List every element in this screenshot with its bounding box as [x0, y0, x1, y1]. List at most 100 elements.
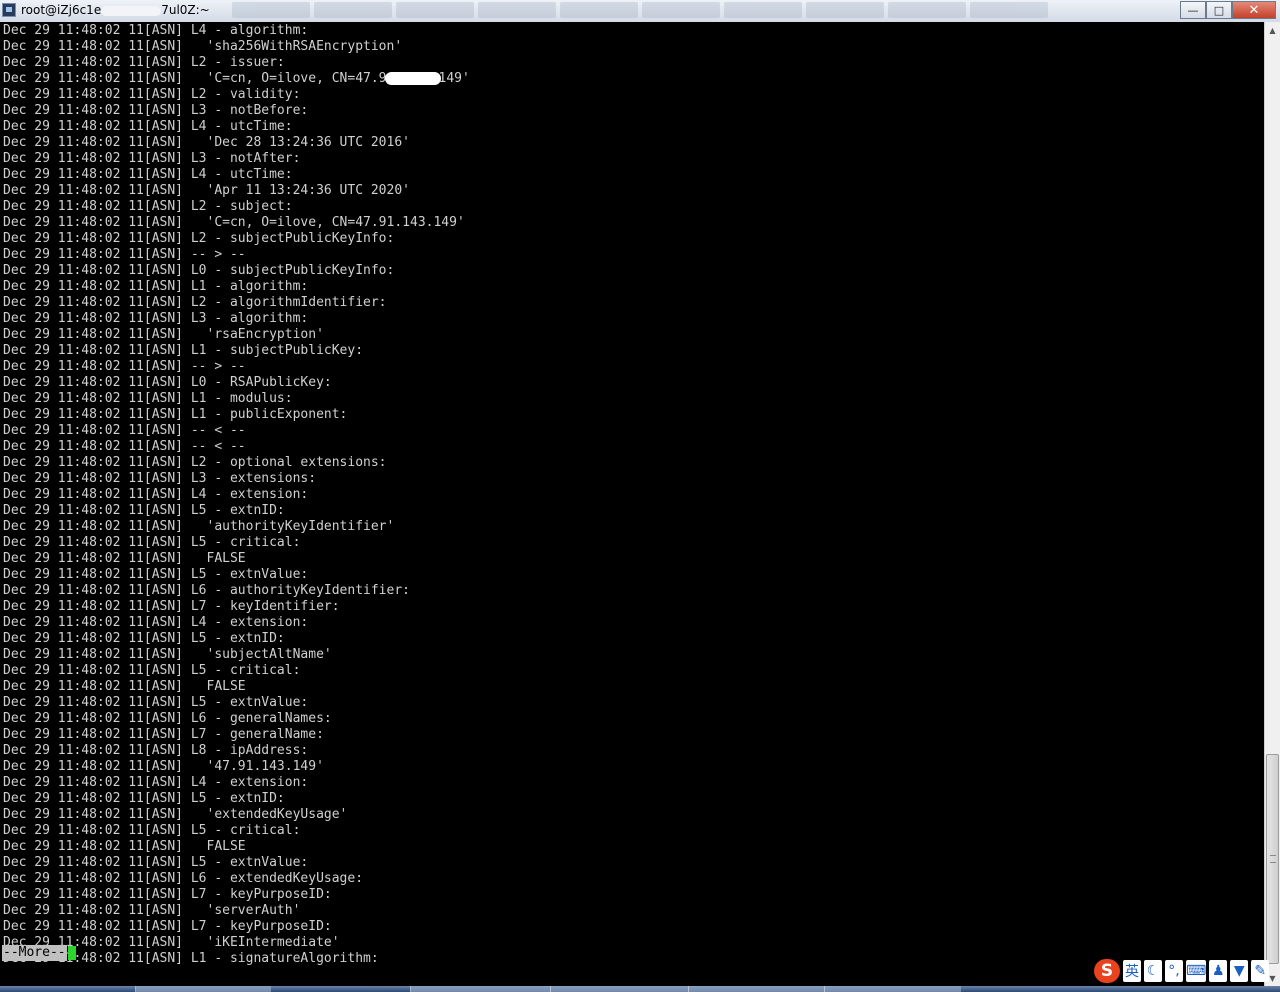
log-message: 'rsaEncryption': [190, 327, 324, 342]
terminal-line: Dec 29 11:48:02 11[ASN] L5 - critical:: [3, 663, 300, 679]
log-prefix: Dec 29 11:48:02 11[ASN]: [3, 743, 191, 758]
vertical-scrollbar[interactable]: ▲ ▼: [1264, 22, 1280, 986]
log-message: 'extendedKeyUsage': [190, 807, 348, 822]
log-message: L4 - utcTime:: [190, 167, 293, 182]
log-message: L2 - subjectPublicKeyInfo:: [190, 231, 395, 246]
terminal-app-icon[interactable]: [2, 3, 16, 17]
minimize-icon: —: [1187, 3, 1199, 17]
log-prefix: Dec 29 11:48:02 11[ASN]: [3, 151, 191, 166]
terminal-line: Dec 29 11:48:02 11[ASN] L3 - notAfter:: [3, 151, 300, 167]
log-prefix: Dec 29 11:48:02 11[ASN]: [3, 87, 191, 102]
log-prefix: Dec 29 11:48:02 11[ASN]: [3, 503, 191, 518]
log-message: L2 - algorithmIdentifier:: [190, 295, 387, 310]
log-prefix: Dec 29 11:48:02 11[ASN]: [3, 535, 191, 550]
taskbar-button[interactable]: [824, 986, 961, 992]
log-prefix: Dec 29 11:48:02 11[ASN]: [3, 135, 191, 150]
sogou-logo-icon[interactable]: S: [1094, 959, 1120, 983]
log-message: L3 - notBefore:: [190, 103, 309, 118]
maximize-button[interactable]: □: [1206, 1, 1232, 19]
ime-language-toggle[interactable]: 英: [1123, 960, 1141, 982]
log-prefix: Dec 29 11:48:02 11[ASN]: [3, 231, 191, 246]
log-prefix: Dec 29 11:48:02 11[ASN]: [3, 487, 191, 502]
taskbar-button[interactable]: [688, 986, 825, 992]
scrollbar-thumb[interactable]: [1266, 754, 1279, 964]
log-prefix: Dec 29 11:48:02 11[ASN]: [3, 903, 191, 918]
terminal-line: Dec 29 11:48:02 11[ASN] L4 - algorithm:: [3, 23, 308, 39]
log-message: L4 - utcTime:: [190, 119, 293, 134]
window-controls: — □ ✕: [1180, 1, 1276, 19]
log-message: L2 - validity:: [190, 87, 301, 102]
log-message: L0 - RSAPublicKey:: [190, 375, 332, 390]
terminal-line: Dec 29 11:48:02 11[ASN] 'subjectAltName': [3, 647, 332, 663]
ime-toolbar[interactable]: S 英 ☾ °, ⌨ ♟ ▼ ✎: [1094, 958, 1278, 984]
terminal-line: Dec 29 11:48:02 11[ASN] 'C=cn, O=ilove, …: [3, 215, 465, 231]
log-message: L5 - extnValue:: [190, 855, 309, 870]
minimize-button[interactable]: —: [1180, 1, 1206, 19]
terminal-line: Dec 29 11:48:02 11[ASN] L1 - algorithm:: [3, 279, 308, 295]
log-message: L2 - optional extensions:: [190, 455, 387, 470]
punctuation-icon[interactable]: °,: [1165, 960, 1183, 982]
background-taskbar-ghost: [232, 2, 1170, 20]
log-prefix: Dec 29 11:48:02 11[ASN]: [3, 455, 191, 470]
log-prefix: Dec 29 11:48:02 11[ASN]: [3, 647, 191, 662]
log-message: L1 - modulus:: [190, 391, 293, 406]
terminal-output[interactable]: Dec 29 11:48:02 11[ASN] L4 - algorithm: D…: [0, 22, 1264, 986]
log-message: FALSE: [190, 679, 246, 694]
terminal-line: Dec 29 11:48:02 11[ASN] FALSE: [3, 551, 246, 567]
log-message: -- < --: [190, 423, 246, 438]
title-bar[interactable]: root@iZj6c1e 7ul0Z:~ — □ ✕: [0, 0, 1280, 23]
terminal-line: Dec 29 11:48:02 11[ASN] 'Apr 11 13:24:36…: [3, 183, 410, 199]
terminal-line: Dec 29 11:48:02 11[ASN] L7 - keyPurposeI…: [3, 919, 332, 935]
log-message: L3 - notAfter:: [190, 151, 301, 166]
terminal-line: Dec 29 11:48:02 11[ASN] 'sha256WithRSAEn…: [3, 39, 402, 55]
scroll-up-arrow-icon[interactable]: ▲: [1265, 22, 1280, 38]
terminal-line: Dec 29 11:48:02 11[ASN] L6 - extendedKey…: [3, 871, 363, 887]
keyboard-icon[interactable]: ⌨: [1186, 960, 1207, 982]
log-message: L6 - extendedKeyUsage:: [190, 871, 364, 886]
log-prefix: Dec 29 11:48:02 11[ASN]: [3, 23, 191, 38]
log-prefix: Dec 29 11:48:02 11[ASN]: [3, 39, 191, 54]
log-prefix: Dec 29 11:48:02 11[ASN]: [3, 375, 191, 390]
log-prefix: Dec 29 11:48:02 11[ASN]: [3, 407, 191, 422]
log-prefix: Dec 29 11:48:02 11[ASN]: [3, 263, 191, 278]
log-message: L5 - extnID:: [190, 791, 285, 806]
terminal-line: Dec 29 11:48:02 11[ASN] L1 - modulus:: [3, 391, 293, 407]
terminal-line: Dec 29 11:48:02 11[ASN] L1 - publicExpon…: [3, 407, 347, 423]
taskbar-button[interactable]: [135, 986, 271, 992]
log-prefix: Dec 29 11:48:02 11[ASN]: [3, 599, 191, 614]
log-message: L5 - extnValue:: [190, 695, 309, 710]
skin-icon[interactable]: ▼: [1230, 960, 1249, 982]
terminal-cursor: [68, 946, 76, 960]
log-message: L5 - extnValue:: [190, 567, 309, 582]
log-prefix: Dec 29 11:48:02 11[ASN]: [3, 519, 191, 534]
terminal-line: Dec 29 11:48:02 11[ASN] L4 - utcTime:: [3, 119, 293, 135]
log-message: L7 - keyIdentifier:: [190, 599, 340, 614]
log-message: 'authorityKeyIdentifier': [190, 519, 395, 534]
log-prefix: Dec 29 11:48:02 11[ASN]: [3, 279, 191, 294]
log-prefix: Dec 29 11:48:02 11[ASN]: [3, 807, 191, 822]
terminal-line: Dec 29 11:48:02 11[ASN] L4 - utcTime:: [3, 167, 293, 183]
taskbar-button[interactable]: [550, 986, 689, 992]
log-message: L4 - algorithm:: [190, 23, 309, 38]
log-prefix: Dec 29 11:48:02 11[ASN]: [3, 871, 191, 886]
terminal-line: Dec 29 11:48:02 11[ASN] L5 - extnValue:: [3, 855, 308, 871]
settings-wrench-icon[interactable]: ✎: [1251, 960, 1270, 982]
log-message-tail: 149': [438, 71, 470, 86]
log-message: L5 - critical:: [190, 535, 301, 550]
log-prefix: Dec 29 11:48:02 11[ASN]: [3, 295, 191, 310]
terminal-line: Dec 29 11:48:02 11[ASN] L2 - algorithmId…: [3, 295, 387, 311]
log-message: L4 - extension:: [190, 775, 309, 790]
close-button[interactable]: ✕: [1232, 1, 1276, 19]
terminal-line: Dec 29 11:48:02 11[ASN] L3 - extensions:: [3, 471, 316, 487]
log-message: -- > --: [190, 247, 246, 262]
log-message: L3 - extensions:: [190, 471, 317, 486]
terminal-line: Dec 29 11:48:02 11[ASN] FALSE: [3, 679, 246, 695]
terminal-line: Dec 29 11:48:02 11[ASN] L3 - notBefore:: [3, 103, 308, 119]
terminal-line: Dec 29 11:48:02 11[ASN] -- < --: [3, 439, 246, 455]
log-prefix: Dec 29 11:48:02 11[ASN]: [3, 119, 191, 134]
taskbar-button[interactable]: [410, 986, 551, 992]
user-icon[interactable]: ♟: [1209, 960, 1228, 982]
log-prefix: Dec 29 11:48:02 11[ASN]: [3, 327, 191, 342]
log-prefix: Dec 29 11:48:02 11[ASN]: [3, 919, 191, 934]
moon-icon[interactable]: ☾: [1144, 960, 1162, 982]
